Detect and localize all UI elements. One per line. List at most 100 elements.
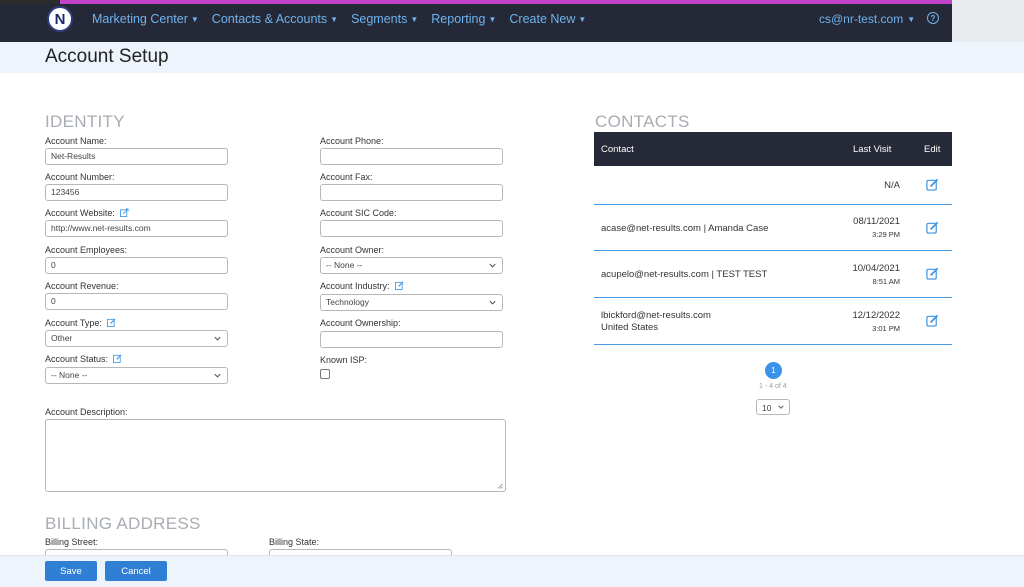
account-website-label: Account Website: bbox=[45, 208, 115, 218]
last-visit-na: N/A bbox=[884, 180, 900, 191]
account-name-label: Account Name: bbox=[45, 136, 107, 146]
nav-label: Reporting bbox=[431, 12, 486, 26]
help-icon[interactable]: ? bbox=[927, 12, 939, 24]
nav-segments[interactable]: Segments ▼ bbox=[351, 12, 418, 26]
account-number-label: Account Number: bbox=[45, 172, 115, 182]
col-contact[interactable]: Contact bbox=[601, 144, 634, 155]
user-email: cs@nr-test.com bbox=[819, 12, 904, 26]
select-value: 10 bbox=[762, 403, 772, 413]
account-industry-select[interactable]: Technology bbox=[320, 294, 503, 311]
chevron-down-icon bbox=[489, 300, 496, 305]
known-isp-label: Known ISP: bbox=[320, 355, 368, 365]
page-size-select[interactable]: 10 bbox=[756, 399, 790, 415]
table-row[interactable]: acupelo@net-results.com | TEST TEST 10/0… bbox=[594, 251, 952, 298]
last-visit-time: 3:29 PM bbox=[872, 230, 900, 239]
chevron-down-icon: ▼ bbox=[410, 15, 419, 24]
known-isp-checkbox[interactable] bbox=[320, 369, 330, 379]
chevron-down-icon: ▼ bbox=[330, 15, 339, 24]
account-revenue-label: Account Revenue: bbox=[45, 281, 119, 291]
nav-contacts-accounts[interactable]: Contacts & Accounts ▼ bbox=[212, 12, 338, 26]
billing-state-label: Billing State: bbox=[269, 537, 320, 547]
nav-label: Segments bbox=[351, 12, 408, 26]
app-logo[interactable]: N bbox=[47, 6, 73, 32]
account-sic-input[interactable] bbox=[320, 220, 503, 237]
chevron-down-icon: ▼ bbox=[578, 15, 587, 24]
contacts-table-header: Contact Last Visit Edit bbox=[594, 132, 952, 166]
chevron-down-icon: ▼ bbox=[190, 15, 199, 24]
pencil-edit-icon[interactable] bbox=[394, 281, 404, 290]
pager-range: 1 - 4 of 4 bbox=[759, 383, 787, 390]
table-row[interactable]: lbickford@net-results.com United States … bbox=[594, 298, 952, 345]
last-visit-time: 8:51 AM bbox=[872, 277, 900, 286]
last-visit-time: 3:01 PM bbox=[872, 324, 900, 333]
account-description-textarea[interactable] bbox=[45, 419, 506, 492]
navbar-edge bbox=[952, 0, 1024, 42]
chevron-down-icon bbox=[778, 405, 784, 409]
contact-label[interactable]: acupelo@net-results.com | TEST TEST bbox=[601, 269, 767, 281]
last-visit-date: 08/11/2021 bbox=[853, 216, 900, 227]
edit-icon[interactable] bbox=[926, 267, 939, 280]
account-fax-input[interactable] bbox=[320, 184, 503, 201]
select-value: Other bbox=[51, 333, 73, 343]
account-type-label: Account Type: bbox=[45, 318, 102, 328]
chevron-down-icon bbox=[214, 336, 221, 341]
nav-create-new[interactable]: Create New ▼ bbox=[509, 12, 586, 26]
table-row: N/A bbox=[594, 166, 952, 205]
col-edit: Edit bbox=[924, 144, 941, 155]
account-phone-label: Account Phone: bbox=[320, 136, 384, 146]
account-employees-input[interactable]: 0 bbox=[45, 257, 228, 274]
resize-grip-icon[interactable] bbox=[497, 483, 503, 489]
chevron-down-icon bbox=[489, 263, 496, 268]
chevron-down-icon bbox=[214, 373, 221, 378]
account-website-label-row: Account Website: bbox=[45, 208, 129, 218]
account-status-select[interactable]: -- None -- bbox=[45, 367, 228, 384]
account-sic-label: Account SIC Code: bbox=[320, 208, 397, 218]
account-number-input[interactable]: 123456 bbox=[45, 184, 228, 201]
account-owner-select[interactable]: -- None -- bbox=[320, 257, 503, 274]
last-visit-date: 10/04/2021 bbox=[852, 263, 900, 274]
select-value: -- None -- bbox=[326, 260, 363, 270]
select-value: -- None -- bbox=[51, 370, 88, 380]
edit-icon[interactable] bbox=[926, 314, 939, 327]
account-status-label: Account Status: bbox=[45, 354, 109, 364]
contact-label[interactable]: acase@net-results.com | Amanda Case bbox=[601, 223, 768, 235]
identity-heading: IDENTITY bbox=[45, 112, 125, 131]
nav-reporting[interactable]: Reporting ▼ bbox=[431, 12, 496, 26]
last-visit-date: 12/12/2022 bbox=[852, 310, 900, 321]
billing-street-label: Billing Street: bbox=[45, 537, 99, 547]
pager-page-1[interactable]: 1 bbox=[765, 362, 782, 379]
account-status-label-row: Account Status: bbox=[45, 354, 122, 364]
account-industry-label-row: Account Industry: bbox=[320, 281, 404, 291]
logo-letter: N bbox=[54, 10, 66, 28]
chevron-down-icon: ▼ bbox=[488, 15, 497, 24]
account-ownership-input[interactable] bbox=[320, 331, 503, 348]
table-row[interactable]: acase@net-results.com | Amanda Case 08/1… bbox=[594, 205, 952, 251]
account-industry-label: Account Industry: bbox=[320, 281, 390, 291]
nav-label: Create New bbox=[509, 12, 576, 26]
contact-label[interactable]: lbickford@net-results.com bbox=[601, 310, 711, 322]
cancel-button[interactable]: Cancel bbox=[105, 561, 167, 581]
account-website-input[interactable]: http://www.net-results.com bbox=[45, 220, 228, 237]
account-type-select[interactable]: Other bbox=[45, 330, 228, 347]
account-employees-label: Account Employees: bbox=[45, 245, 128, 255]
account-owner-label: Account Owner: bbox=[320, 245, 385, 255]
account-revenue-input[interactable]: 0 bbox=[45, 293, 228, 310]
save-button[interactable]: Save bbox=[45, 561, 97, 581]
account-ownership-label: Account Ownership: bbox=[320, 318, 401, 328]
contact-country: United States bbox=[601, 322, 659, 333]
account-name-input[interactable]: Net-Results bbox=[45, 148, 228, 165]
edit-icon[interactable] bbox=[926, 178, 939, 191]
nav-marketing-center[interactable]: Marketing Center ▼ bbox=[92, 12, 199, 26]
col-last-visit[interactable]: Last Visit bbox=[853, 144, 891, 155]
select-value: Technology bbox=[326, 297, 370, 307]
account-description-label: Account Description: bbox=[45, 407, 128, 417]
user-menu[interactable]: cs@nr-test.com ▼ bbox=[819, 0, 915, 38]
pencil-edit-icon[interactable] bbox=[113, 354, 122, 363]
account-phone-input[interactable] bbox=[320, 148, 503, 165]
contacts-heading: CONTACTS bbox=[595, 112, 690, 131]
pencil-edit-icon[interactable] bbox=[106, 318, 116, 327]
billing-heading: BILLING ADDRESS bbox=[45, 514, 201, 533]
account-type-label-row: Account Type: bbox=[45, 318, 116, 328]
edit-icon[interactable] bbox=[926, 221, 939, 234]
external-edit-icon[interactable] bbox=[119, 208, 129, 217]
